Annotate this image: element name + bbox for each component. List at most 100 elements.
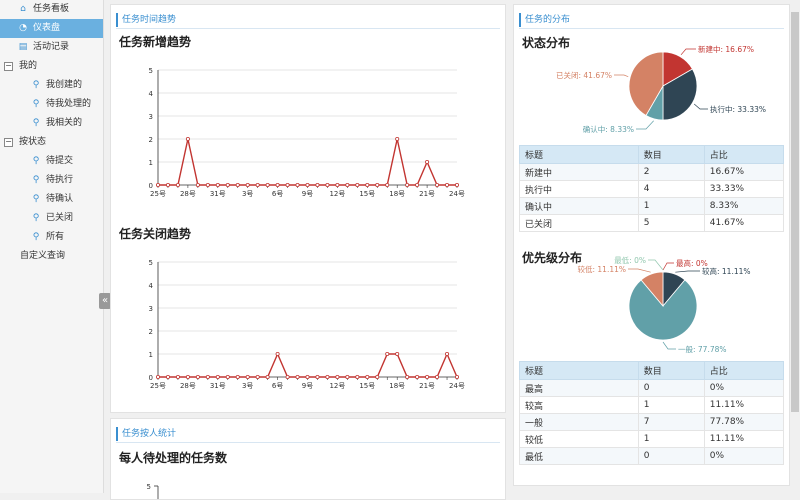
data-point (395, 352, 400, 357)
table-cell-count: 1 (637, 430, 705, 448)
search-icon: ⚲ (32, 80, 40, 90)
sidebar-item-label: 我创建的 (46, 80, 83, 90)
pie-label-line (636, 120, 654, 130)
sidebar-subitem[interactable]: ⚲ 待提交 (0, 152, 103, 171)
search-icon: ⚲ (32, 175, 40, 185)
data-point (335, 374, 340, 379)
sidebar-subitem[interactable]: ⚲ 待执行 (0, 171, 103, 190)
tab-trend[interactable]: 任务时间趋势 (116, 13, 176, 27)
x-tick-label: 21号 (419, 382, 435, 390)
x-tick-label: 15号 (359, 382, 375, 390)
sidebar-item-label: 待我处理的 (46, 99, 92, 109)
table-row: 最高 0 0% (519, 379, 785, 397)
data-point (205, 182, 210, 187)
sidebar-item-2[interactable]: ▤ 活动记录 (0, 38, 103, 57)
data-point (345, 182, 350, 187)
sidebar-item-1[interactable]: ◔ 仪表盘 (0, 19, 103, 38)
data-point (305, 182, 310, 187)
x-tick-label: 15号 (359, 190, 375, 198)
pie-label-line (648, 259, 664, 271)
data-point (165, 182, 170, 187)
sidebar-subitem[interactable]: ⚲ 待确认 (0, 190, 103, 209)
y-tick-label: 3 (149, 113, 153, 121)
person-chart: 5 (147, 483, 159, 499)
data-point (285, 374, 290, 379)
sidebar-subitem[interactable]: ⚲ 所有 (0, 228, 103, 247)
data-point (355, 374, 360, 379)
new-trend-chart: 0 1 2 3 4 5 25号 28号 31号 3号 6号 9号 12号 15号 18号 21号 24号 (149, 67, 465, 198)
sidebar-item-custom-query[interactable]: 自定义查询 (0, 247, 103, 266)
collapse-toggle-icon[interactable]: − (4, 62, 13, 71)
person-y-tick: 5 (147, 483, 151, 491)
table-cell-count: 0 (637, 447, 705, 465)
table-cell-pct: 11.11% (703, 396, 785, 414)
data-point (415, 374, 420, 379)
search-icon: ⚲ (32, 194, 40, 204)
sidebar-group-label: 我的 (19, 61, 38, 71)
table-cell-pct: 33.33% (703, 180, 785, 198)
x-tick-label: 25号 (150, 382, 166, 390)
sidebar-group-1[interactable]: − 按状态 (0, 133, 103, 152)
sidebar-subitem[interactable]: ⚲ 待我处理的 (0, 95, 103, 114)
y-tick-label: 4 (149, 282, 154, 290)
sidebar-subitem[interactable]: ⚲ 已关闭 (0, 209, 103, 228)
table-cell-count: 0 (637, 379, 705, 397)
table-cell-name: 执行中 (519, 180, 639, 198)
data-point (245, 374, 250, 379)
column-header: 占比 (703, 145, 785, 164)
pie-label: 较高: 11.11% (702, 266, 751, 276)
sidebar-subitem[interactable]: ⚲ 我创建的 (0, 76, 103, 95)
tab-distribution[interactable]: 任务的分布 (519, 13, 570, 27)
table-cell-count: 4 (637, 180, 705, 198)
table-row: 已关闭 5 41.67% (519, 214, 785, 232)
data-point (225, 374, 230, 379)
y-tick-label: 5 (149, 259, 153, 267)
data-point (445, 182, 450, 187)
dashboard-icon: ◔ (19, 23, 27, 33)
data-point (175, 374, 180, 379)
x-tick-label: 12号 (329, 382, 345, 390)
status-table: 标题 数目 占比 新建中 2 16.67% 执行中 4 33.33% 确认中 1 8.33% 已关闭 5 4… (519, 145, 785, 232)
column-header: 占比 (703, 361, 785, 380)
table-cell-pct: 0% (703, 379, 785, 397)
y-tick-label: 1 (149, 351, 153, 359)
page-scrollbar[interactable] (790, 0, 800, 493)
x-tick-label: 9号 (302, 382, 313, 390)
data-point (295, 374, 300, 379)
data-point (315, 182, 320, 187)
data-point (415, 182, 420, 187)
list-icon: ▤ (18, 42, 28, 52)
data-point (454, 374, 459, 379)
close-trend-chart: 0 1 2 3 4 5 25号 28号 31号 3号 6号 9号 12号 15号 18号 21号 24号 (149, 259, 465, 390)
table-cell-pct: 0% (703, 447, 785, 465)
trend-panel: 任务时间趋势 任务新增趋势 0 1 2 3 4 5 25号 28号 31号 3号 6号 9号 12号 15… (110, 4, 506, 413)
tab-person[interactable]: 任务按人统计 (116, 427, 176, 441)
sidebar-item-label: 待执行 (46, 175, 74, 185)
sidebar-item-0[interactable]: ⌂ 任务看板 (0, 0, 103, 19)
pie-label-line (628, 268, 651, 273)
data-point (255, 374, 260, 379)
table-header-row: 标题 数目 占比 (519, 145, 785, 164)
x-tick-label: 24号 (449, 382, 465, 390)
data-point (185, 137, 190, 142)
sidebar-subitem[interactable]: ⚲ 我相关的 (0, 114, 103, 133)
data-point (156, 182, 161, 187)
table-cell-pct: 77.78% (703, 413, 785, 431)
x-tick-label: 18号 (389, 190, 405, 198)
pie-label: 执行中: 33.33% (710, 104, 766, 114)
collapse-toggle-icon[interactable]: − (4, 138, 13, 147)
table-row: 最低 0 0% (519, 447, 785, 465)
x-tick-label: 31号 (210, 190, 226, 198)
distribution-panel: 任务的分布 状态分布 新建中: 16.67% 执行中: 33.33% 确认中: 8.… (513, 4, 790, 486)
table-cell-count: 1 (637, 197, 705, 215)
table-cell-pct: 11.11% (703, 430, 785, 448)
sidebar-item-label: 我相关的 (46, 118, 83, 128)
sidebar-group-0[interactable]: − 我的 (0, 57, 103, 76)
table-cell-name: 已关闭 (519, 214, 639, 232)
data-point (225, 182, 230, 187)
table-row: 较低 1 11.11% (519, 430, 785, 448)
scrollbar-thumb[interactable] (791, 12, 799, 412)
x-tick-label: 28号 (180, 382, 196, 390)
pie-label-line (693, 103, 708, 110)
table-cell-pct: 8.33% (703, 197, 785, 215)
